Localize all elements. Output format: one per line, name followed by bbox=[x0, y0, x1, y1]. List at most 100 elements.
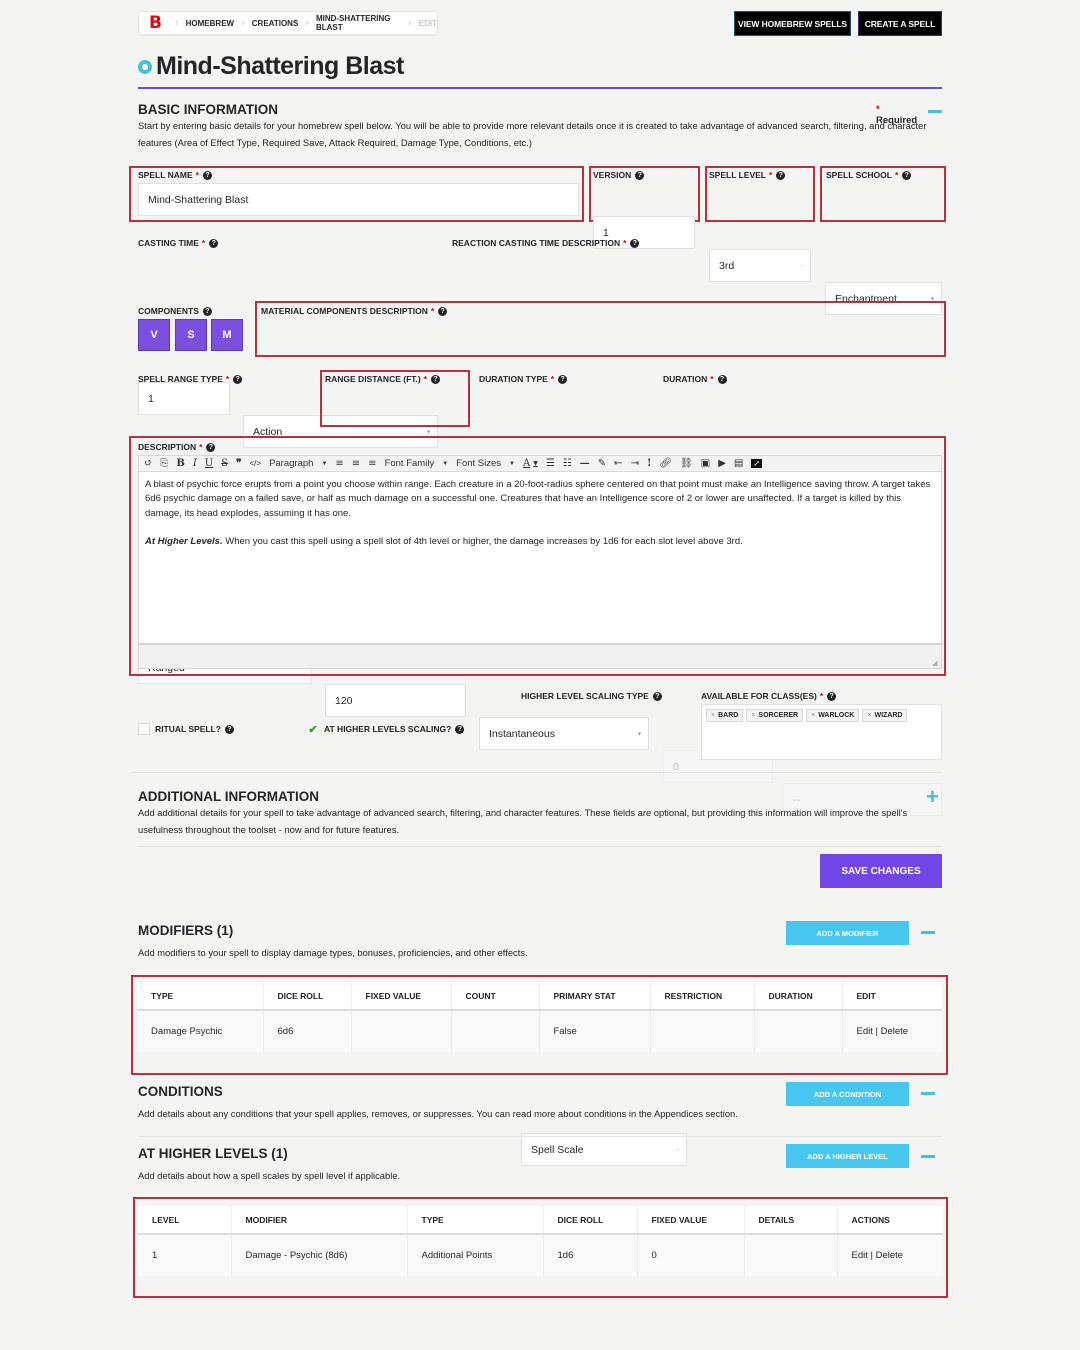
underline-icon[interactable]: U bbox=[205, 458, 213, 469]
help-icon[interactable]: ? bbox=[827, 691, 837, 701]
help-icon[interactable]: ? bbox=[233, 374, 243, 384]
help-icon[interactable]: ? bbox=[635, 170, 645, 180]
collapse-icon[interactable] bbox=[928, 110, 942, 113]
add-modifier-button[interactable]: ADD A MODIFIER bbox=[786, 921, 909, 945]
breadcrumb-homebrew[interactable]: HOMEBREW bbox=[186, 19, 234, 28]
col-primary-stat[interactable]: PRIMARY STAT bbox=[539, 982, 651, 1011]
component-somatic-toggle[interactable]: S bbox=[175, 319, 207, 351]
chevron-right-icon: › bbox=[241, 17, 245, 29]
col-type[interactable]: TYPE bbox=[407, 1206, 544, 1235]
range-distance-input[interactable]: 120 bbox=[325, 684, 466, 717]
resize-handle-icon[interactable]: ◢ bbox=[932, 659, 937, 667]
col-dice-roll[interactable]: DICE ROLL bbox=[263, 982, 352, 1011]
col-restriction[interactable]: RESTRICTION bbox=[650, 982, 755, 1011]
bullet-list-icon[interactable]: ☰ bbox=[546, 458, 555, 469]
paragraph-dropdown[interactable]: Paragraph ▼ bbox=[269, 458, 327, 469]
save-changes-button[interactable]: SAVE CHANGES bbox=[820, 854, 942, 888]
clear-format-icon[interactable]: ✎ bbox=[598, 458, 606, 469]
scaling-type-select[interactable]: Spell Scale - bbox=[521, 1133, 687, 1166]
col-duration[interactable]: DURATION bbox=[754, 982, 843, 1011]
range-type-label: SPELL RANGE TYPE *? bbox=[138, 374, 243, 384]
edit-delete-links[interactable]: Edit | Delete bbox=[837, 1234, 943, 1276]
align-center-icon[interactable]: ≡ bbox=[352, 458, 360, 469]
col-fixed-value[interactable]: FIXED VALUE bbox=[637, 1206, 745, 1235]
spell-name-input[interactable]: Mind-Shattering Blast bbox=[138, 183, 579, 216]
col-count[interactable]: COUNT bbox=[451, 982, 540, 1011]
horizontal-rule-icon[interactable]: — bbox=[580, 458, 590, 469]
undo-icon[interactable]: ↺ bbox=[144, 458, 152, 469]
image-icon[interactable]: ▣ bbox=[701, 458, 710, 469]
view-homebrew-spells-button[interactable]: VIEW HOMEBREW SPELLS bbox=[734, 11, 851, 36]
help-icon[interactable]: ? bbox=[652, 691, 662, 701]
outdent-icon[interactable]: ⇤ bbox=[614, 458, 622, 469]
class-tag-warlock[interactable]: × WARLOCK bbox=[806, 709, 860, 722]
edit-delete-links[interactable]: Edit | Delete bbox=[842, 1010, 942, 1052]
collapse-higher-levels-icon[interactable] bbox=[921, 1155, 935, 1158]
chevron-right-icon: › bbox=[408, 17, 412, 29]
site-logo[interactable]: B bbox=[149, 13, 162, 33]
col-modifier[interactable]: MODIFIER bbox=[231, 1206, 408, 1235]
link-icon[interactable]: 🔗︎ bbox=[659, 458, 672, 469]
duration-type-select[interactable]: Instantaneous ▾ bbox=[479, 717, 649, 750]
help-icon[interactable]: ? bbox=[717, 374, 727, 384]
unlink-icon[interactable]: ⛓︎ bbox=[680, 458, 693, 469]
collapse-modifiers-icon[interactable] bbox=[921, 931, 935, 934]
description-editor[interactable]: A blast of psychic force erupts from a p… bbox=[138, 472, 942, 644]
higher-scaling-checkbox[interactable]: ✔ bbox=[307, 723, 319, 736]
code-icon[interactable]: </> bbox=[249, 459, 261, 468]
col-fixed-value[interactable]: FIXED VALUE bbox=[351, 982, 452, 1011]
breadcrumb-spell[interactable]: MIND-SHATTERING BLAST bbox=[316, 14, 401, 32]
help-icon[interactable]: ? bbox=[206, 442, 216, 452]
classes-multiselect[interactable]: × BARD × SORCERER × WARLOCK × WIZARD bbox=[701, 704, 942, 760]
help-icon[interactable]: ? bbox=[431, 374, 441, 384]
version-label: VERSION? bbox=[593, 170, 645, 180]
breadcrumb-creations[interactable]: CREATIONS bbox=[252, 19, 299, 28]
font-sizes-dropdown[interactable]: Font Sizes ▼ bbox=[456, 458, 515, 469]
help-icon[interactable]: ? bbox=[438, 306, 448, 316]
help-icon[interactable]: ? bbox=[630, 238, 640, 248]
numbered-list-icon[interactable]: ☷ bbox=[563, 458, 572, 469]
col-dice-roll[interactable]: DICE ROLL bbox=[543, 1206, 638, 1235]
component-verbal-toggle[interactable]: V bbox=[138, 319, 170, 351]
higher-levels-table-container: LEVEL MODIFIER TYPE DICE ROLL FIXED VALU… bbox=[133, 1197, 948, 1298]
bold-icon[interactable]: B bbox=[176, 458, 184, 469]
class-tag-sorcerer[interactable]: × SORCERER bbox=[746, 709, 804, 722]
video-icon[interactable]: ▶ bbox=[718, 458, 726, 469]
strikethrough-icon[interactable]: S bbox=[221, 458, 228, 469]
help-icon[interactable]: ? bbox=[776, 170, 786, 180]
align-left-icon[interactable]: ≡ bbox=[335, 458, 343, 469]
add-higher-level-button[interactable]: ADD A HIGHER LEVEL bbox=[786, 1144, 909, 1168]
help-icon[interactable]: ? bbox=[902, 170, 912, 180]
help-icon[interactable]: ? bbox=[202, 170, 212, 180]
spell-level-select[interactable]: 3rd - bbox=[709, 249, 811, 282]
italic-icon[interactable]: I bbox=[193, 458, 197, 469]
align-right-icon[interactable]: ≡ bbox=[368, 458, 376, 469]
create-spell-button[interactable]: CREATE A SPELL bbox=[858, 11, 942, 36]
class-tag-bard[interactable]: × BARD bbox=[706, 709, 744, 722]
higher-scaling-checkbox-row[interactable]: ✔ AT HIGHER LEVELS SCALING?? bbox=[307, 723, 465, 736]
paste-icon[interactable]: ⎘ bbox=[160, 458, 168, 469]
ritual-checkbox[interactable] bbox=[138, 723, 150, 735]
fullscreen-icon[interactable]: ⤢ bbox=[751, 459, 763, 468]
add-condition-button[interactable]: ADD A CONDITION bbox=[786, 1082, 909, 1106]
font-family-dropdown[interactable]: Font Family ▼ bbox=[385, 458, 449, 469]
col-level[interactable]: LEVEL bbox=[138, 1206, 232, 1235]
indent-icon[interactable]: ⇥ bbox=[631, 458, 639, 469]
blockquote-icon[interactable]: ❞ bbox=[236, 458, 241, 469]
class-tag-wizard[interactable]: × WIZARD bbox=[862, 709, 908, 722]
help-icon[interactable]: ? bbox=[224, 724, 234, 734]
col-details[interactable]: DETAILS bbox=[744, 1206, 838, 1235]
help-icon[interactable]: ? bbox=[558, 374, 568, 384]
document-icon[interactable]: ▤ bbox=[734, 458, 743, 469]
help-icon[interactable]: ? bbox=[202, 306, 212, 316]
casting-time-input[interactable]: 1 bbox=[138, 382, 230, 415]
ritual-checkbox-row[interactable]: RITUAL SPELL?? bbox=[138, 723, 234, 735]
help-icon[interactable]: ? bbox=[209, 238, 219, 248]
component-material-toggle[interactable]: M bbox=[211, 319, 243, 351]
collapse-conditions-icon[interactable] bbox=[921, 1092, 935, 1095]
text-color-icon[interactable]: A ▼ bbox=[523, 458, 538, 469]
help-icon[interactable]: ? bbox=[455, 724, 465, 734]
col-edit: EDIT bbox=[842, 982, 942, 1011]
col-type[interactable]: TYPE bbox=[137, 982, 264, 1011]
exclamation-icon[interactable]: ! bbox=[647, 458, 651, 469]
